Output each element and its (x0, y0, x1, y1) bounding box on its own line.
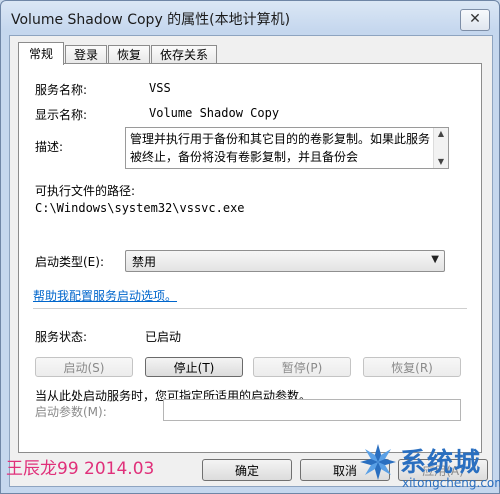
stop-button[interactable]: 停止(T) (145, 357, 243, 377)
start-button[interactable]: 启动(S) (35, 357, 133, 377)
exe-path-value: C:\Windows\system32\vssvc.exe (35, 201, 245, 215)
service-name-label: 服务名称: (35, 83, 88, 97)
start-params-label: 启动参数(M): (35, 405, 107, 419)
pause-button[interactable]: 暂停(P) (253, 357, 351, 377)
site-watermark: 系统城 xitongcheng.com (350, 440, 500, 494)
close-button[interactable]: ✕ (460, 9, 490, 31)
window-title: Volume Shadow Copy 的属性(本地计算机) (11, 12, 291, 28)
startup-type-select[interactable]: 禁用 ▼ (125, 250, 445, 272)
chevron-down-icon: ▼ (431, 254, 439, 265)
tab-logon[interactable]: 登录 (65, 45, 107, 64)
author-watermark: 王辰龙99 2014.03 (6, 459, 155, 479)
separator (33, 308, 467, 309)
site-logo-icon (360, 444, 396, 480)
dialog-client-area: 常规 登录 恢复 依存关系 服务名称: VSS 显示名称: Volume Sha… (9, 35, 493, 487)
exe-path-label: 可执行文件的路径: (35, 184, 136, 198)
service-name-value: VSS (149, 81, 171, 95)
description-textbox[interactable]: 管理并执行用于备份和其它目的的卷影复制。如果此服务被终止，备份将没有卷影复制，并… (125, 127, 449, 169)
tab-general[interactable]: 常规 (18, 42, 64, 65)
scroll-up-icon[interactable]: ▲ (434, 128, 448, 140)
site-name: 系统城 (400, 448, 482, 478)
ok-button[interactable]: 确定 (202, 459, 292, 481)
resume-button[interactable]: 恢复(R) (363, 357, 461, 377)
service-status-label: 服务状态: (35, 330, 88, 344)
service-status-value: 已启动 (145, 330, 182, 344)
start-params-input[interactable] (163, 399, 461, 421)
description-text: 管理并执行用于备份和其它目的的卷影复制。如果此服务被终止，备份将没有卷影复制，并… (130, 132, 431, 164)
tab-recovery[interactable]: 恢复 (108, 45, 150, 64)
general-tab-panel: 服务名称: VSS 显示名称: Volume Shadow Copy 描述: 管… (18, 63, 482, 453)
tab-dependencies[interactable]: 依存关系 (151, 45, 217, 64)
display-name-value: Volume Shadow Copy (149, 106, 280, 120)
close-icon: ✕ (469, 11, 481, 27)
description-label: 描述: (35, 140, 64, 154)
scroll-down-icon[interactable]: ▼ (434, 156, 448, 168)
startup-help-link[interactable]: 帮助我配置服务启动选项。 (33, 287, 177, 304)
title-bar[interactable]: Volume Shadow Copy 的属性(本地计算机) ✕ (1, 1, 499, 35)
properties-window: Volume Shadow Copy 的属性(本地计算机) ✕ 常规 登录 恢复… (0, 0, 500, 494)
description-scrollbar[interactable]: ▲ ▼ (433, 128, 448, 168)
display-name-label: 显示名称: (35, 108, 88, 122)
site-url: xitongcheng.com (402, 476, 500, 490)
startup-type-label: 启动类型(E): (35, 255, 104, 269)
startup-type-value: 禁用 (132, 255, 157, 269)
